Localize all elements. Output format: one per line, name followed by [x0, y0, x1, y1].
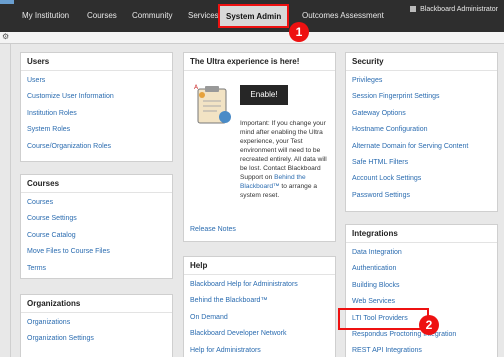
- release-notes-link[interactable]: Release Notes: [190, 226, 236, 233]
- brand-strip: [0, 0, 14, 4]
- module-help: Help Blackboard Help for Administrators …: [183, 256, 336, 357]
- module-title: Security: [346, 53, 497, 71]
- link-alternate-domain-for-serving-content[interactable]: Alternate Domain for Serving Content: [352, 141, 491, 157]
- link-customize-user-information[interactable]: Customize User Information: [27, 91, 166, 107]
- module-title: Courses: [21, 175, 172, 193]
- link-gateway-options[interactable]: Gateway Options: [352, 108, 491, 124]
- link-course-catalog[interactable]: Course Catalog: [27, 230, 166, 246]
- link-account-lock-settings[interactable]: Account Lock Settings: [352, 173, 491, 189]
- step-2-badge: 2: [419, 315, 439, 335]
- link-on-demand[interactable]: On Demand: [190, 312, 329, 328]
- ultra-warning-text: Important: If you change your mind after…: [240, 119, 332, 200]
- link-building-blocks[interactable]: Building Blocks: [352, 280, 491, 296]
- link-organization-settings[interactable]: Organization Settings: [27, 333, 166, 349]
- sub-toolbar: ⚙: [0, 32, 504, 44]
- module-ultra-experience: The Ultra experience is here! A Enable! …: [183, 52, 336, 242]
- link-organizations[interactable]: Organizations: [27, 317, 166, 333]
- tab-system-admin[interactable]: System Admin: [218, 4, 290, 28]
- left-divider: [10, 44, 11, 357]
- link-rest-api-integrations[interactable]: REST API Integrations: [352, 345, 491, 357]
- module-security: Security Privileges Session Fingerprint …: [345, 52, 498, 212]
- link-privileges[interactable]: Privileges: [352, 75, 491, 91]
- tab-courses[interactable]: Courses: [87, 0, 117, 32]
- link-course-organization-roles[interactable]: Course/Organization Roles: [27, 141, 166, 157]
- link-system-roles[interactable]: System Roles: [27, 124, 166, 140]
- module-integrations: Integrations Data Integration Authentica…: [345, 224, 498, 357]
- link-institution-roles[interactable]: Institution Roles: [27, 108, 166, 124]
- module-organizations: Organizations Organizations Organization…: [20, 294, 173, 357]
- module-title: Integrations: [346, 225, 497, 243]
- link-terms[interactable]: Terms: [27, 263, 166, 279]
- link-help-for-administrators[interactable]: Help for Administrators: [190, 345, 329, 357]
- link-users[interactable]: Users: [27, 75, 166, 91]
- module-title: Help: [184, 257, 335, 275]
- link-session-fingerprint-settings[interactable]: Session Fingerprint Settings: [352, 91, 491, 107]
- link-hostname-configuration[interactable]: Hostname Configuration: [352, 124, 491, 140]
- enable-ultra-button[interactable]: Enable!: [240, 85, 288, 105]
- link-courses[interactable]: Courses: [27, 197, 166, 213]
- tab-community[interactable]: Community: [132, 0, 172, 32]
- user-menu[interactable]: Blackboard Administrator: [410, 6, 498, 13]
- tab-services[interactable]: Services: [188, 0, 219, 32]
- module-users: Users Users Customize User Information I…: [20, 52, 173, 162]
- link-password-settings[interactable]: Password Settings: [352, 190, 491, 206]
- link-blackboard-developer-network[interactable]: Blackboard Developer Network: [190, 328, 329, 344]
- link-behind-the-blackboard[interactable]: Behind the Blackboard™: [190, 295, 329, 311]
- user-name: Blackboard Administrator: [420, 6, 498, 13]
- module-title: Organizations: [21, 295, 172, 313]
- tab-outcomes-assessment[interactable]: Outcomes Assessment: [302, 0, 384, 32]
- link-course-settings[interactable]: Course Settings: [27, 213, 166, 229]
- clipboard-illustration-icon: A: [194, 84, 231, 124]
- top-navigation-bar: My Institution Courses Community Service…: [0, 0, 504, 32]
- module-title: Users: [21, 53, 172, 71]
- user-avatar-icon: [410, 6, 417, 12]
- link-authentication[interactable]: Authentication: [352, 263, 491, 279]
- link-data-integration[interactable]: Data Integration: [352, 247, 491, 263]
- ultra-text-before: Important: If you change your mind after…: [240, 120, 327, 181]
- ultra-body: A Enable! Important: If you change your …: [184, 71, 335, 241]
- link-safe-html-filters[interactable]: Safe HTML Filters: [352, 157, 491, 173]
- lti-highlight-box: [338, 308, 429, 330]
- link-move-files-to-course-files[interactable]: Move Files to Course Files: [27, 246, 166, 262]
- step-1-badge: 1: [289, 22, 309, 42]
- module-courses: Courses Courses Course Settings Course C…: [20, 174, 173, 279]
- link-blackboard-help-for-administrators[interactable]: Blackboard Help for Administrators: [190, 279, 329, 295]
- module-title: The Ultra experience is here!: [184, 53, 335, 71]
- settings-gear-icon[interactable]: ⚙: [2, 32, 9, 41]
- tab-my-institution[interactable]: My Institution: [22, 0, 69, 32]
